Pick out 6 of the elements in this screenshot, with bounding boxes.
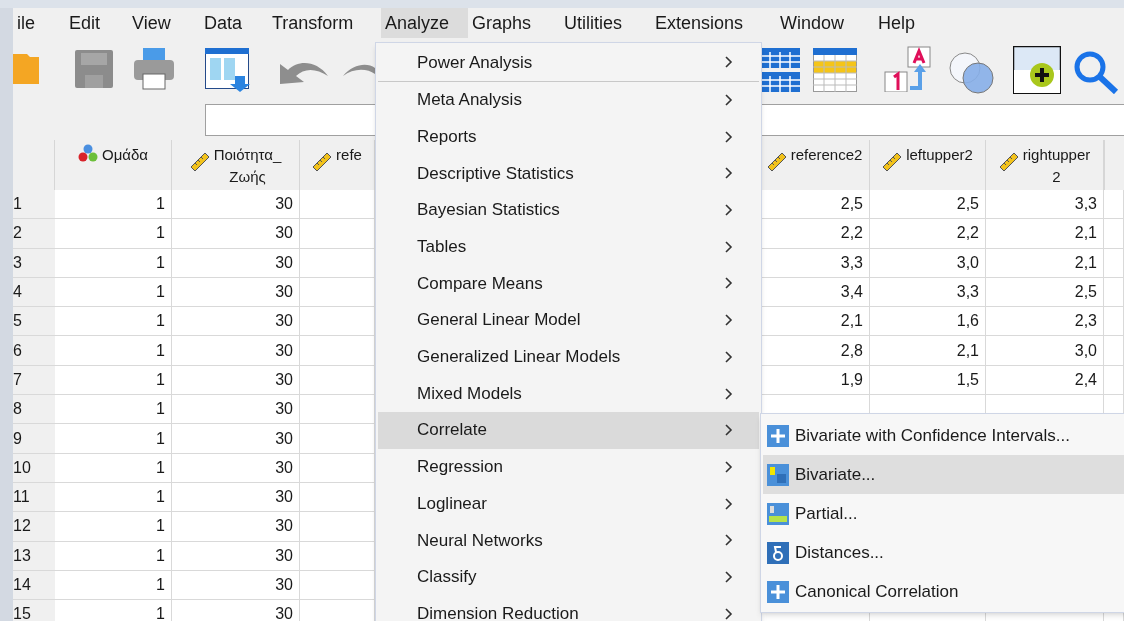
column-name: Ποιότητα_ Ζωής [213,145,282,187]
column-name: rightupper 2 [1022,145,1091,187]
column-name: reference2 [790,145,863,165]
column-name: Ομάδα [102,145,148,165]
column-name: leftupper2 [906,145,973,165]
column-name: refe [336,145,362,165]
